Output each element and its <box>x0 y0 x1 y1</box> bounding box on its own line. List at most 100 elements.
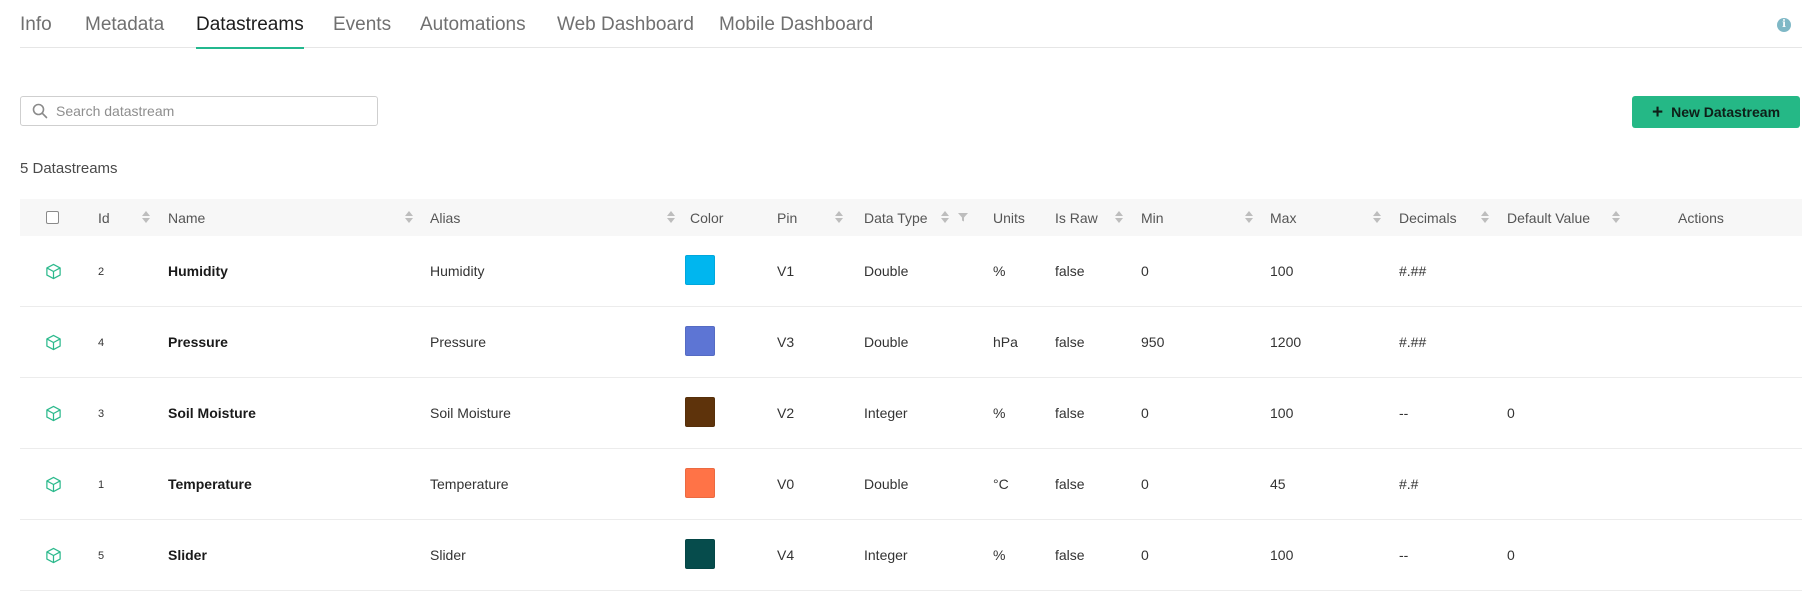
cube-icon <box>46 263 61 280</box>
table-header: Id Name Alias Color Pin Data Type Units … <box>20 199 1802 236</box>
cell-is-raw: false <box>1055 263 1085 279</box>
sort-icon[interactable] <box>404 210 414 224</box>
cell-min: 950 <box>1141 334 1165 350</box>
column-header-name[interactable]: Name <box>168 210 205 226</box>
cell-data-type: Double <box>864 263 909 279</box>
plus-icon: + <box>1651 101 1664 123</box>
cell-alias: Pressure <box>430 334 487 350</box>
search-box[interactable] <box>20 96 378 126</box>
cell-name[interactable]: Humidity <box>168 263 228 279</box>
cell-units: % <box>993 405 1006 421</box>
cell-max: 100 <box>1270 547 1294 563</box>
column-header-actions: Actions <box>1678 210 1724 226</box>
table-row[interactable]: 3 Soil Moisture Soil Moisture V2 Integer… <box>20 378 1802 449</box>
tab-metadata[interactable]: Metadata <box>85 14 164 48</box>
cell-max: 1200 <box>1270 334 1302 350</box>
cube-icon <box>46 547 61 564</box>
new-datastream-button[interactable]: + New Datastream <box>1632 96 1800 128</box>
column-header-id[interactable]: Id <box>98 210 110 226</box>
cell-pin: V1 <box>777 263 795 279</box>
table-body: 2 Humidity Humidity V1 Double % false 0 … <box>20 236 1802 591</box>
cube-icon <box>46 334 61 351</box>
cell-data-type: Integer <box>864 405 908 421</box>
sort-icon[interactable] <box>940 210 950 224</box>
tab-datastreams[interactable]: Datastreams <box>196 14 304 49</box>
color-swatch <box>685 468 715 498</box>
cell-name[interactable]: Slider <box>168 547 207 563</box>
tab-bar: Info Metadata Datastreams Events Automat… <box>20 0 1802 49</box>
tab-web-dashboard[interactable]: Web Dashboard <box>557 14 694 48</box>
sort-icon[interactable] <box>1372 210 1382 224</box>
cell-max: 45 <box>1270 476 1286 492</box>
cell-id: 3 <box>98 408 105 420</box>
cell-name[interactable]: Pressure <box>168 334 228 350</box>
cell-alias: Soil Moisture <box>430 405 511 421</box>
sort-icon[interactable] <box>1244 210 1254 224</box>
cell-data-type: Double <box>864 334 909 350</box>
cell-max: 100 <box>1270 263 1294 279</box>
datastream-count: 5 Datastreams <box>20 160 118 177</box>
cube-icon <box>46 476 61 493</box>
column-header-is-raw[interactable]: Is Raw <box>1055 210 1098 226</box>
cell-is-raw: false <box>1055 547 1085 563</box>
cell-is-raw: false <box>1055 334 1085 350</box>
search-input[interactable] <box>54 102 358 120</box>
cell-pin: V4 <box>777 547 795 563</box>
cell-default-value: 0 <box>1507 405 1515 421</box>
color-swatch <box>685 539 715 569</box>
datastream-table: Id Name Alias Color Pin Data Type Units … <box>20 199 1802 591</box>
cell-min: 0 <box>1141 263 1149 279</box>
tab-events[interactable]: Events <box>333 14 391 48</box>
table-row[interactable]: 5 Slider Slider V4 Integer % false 0 100… <box>20 520 1802 591</box>
tab-info[interactable]: Info <box>20 14 52 48</box>
sort-icon[interactable] <box>1611 210 1621 224</box>
cell-name[interactable]: Soil Moisture <box>168 405 256 421</box>
cube-icon <box>46 405 61 422</box>
cell-min: 0 <box>1141 405 1149 421</box>
tab-mobile-dashboard[interactable]: Mobile Dashboard <box>719 14 873 48</box>
sort-icon[interactable] <box>1114 210 1124 224</box>
sort-icon[interactable] <box>141 210 151 224</box>
search-icon <box>32 103 48 119</box>
cell-id: 4 <box>98 337 105 349</box>
cell-id: 2 <box>98 266 105 278</box>
table-row[interactable]: 2 Humidity Humidity V1 Double % false 0 … <box>20 236 1802 307</box>
column-header-units: Units <box>993 210 1025 226</box>
tab-automations[interactable]: Automations <box>420 14 526 48</box>
info-icon[interactable]: i <box>1777 18 1791 32</box>
color-swatch <box>685 255 715 285</box>
column-header-min[interactable]: Min <box>1141 210 1164 226</box>
cell-pin: V3 <box>777 334 795 350</box>
cell-pin: V2 <box>777 405 795 421</box>
cell-decimals: -- <box>1399 547 1409 563</box>
cell-units: % <box>993 547 1006 563</box>
table-row[interactable]: 1 Temperature Temperature V0 Double °C f… <box>20 449 1802 520</box>
cell-data-type: Integer <box>864 547 908 563</box>
column-header-pin[interactable]: Pin <box>777 210 797 226</box>
sort-icon[interactable] <box>834 210 844 224</box>
cell-pin: V0 <box>777 476 795 492</box>
column-header-default-value[interactable]: Default Value <box>1507 210 1590 226</box>
cell-decimals: -- <box>1399 405 1409 421</box>
sort-icon[interactable] <box>1480 210 1490 224</box>
table-row[interactable]: 4 Pressure Pressure V3 Double hPa false … <box>20 307 1802 378</box>
column-header-alias[interactable]: Alias <box>430 210 460 226</box>
select-all-checkbox[interactable] <box>46 211 59 224</box>
filter-icon[interactable] <box>958 212 968 222</box>
cell-decimals: #.## <box>1399 334 1427 350</box>
cell-alias: Temperature <box>430 476 509 492</box>
column-header-data-type[interactable]: Data Type <box>864 210 928 226</box>
color-swatch <box>685 326 715 356</box>
cell-units: % <box>993 263 1006 279</box>
cell-decimals: #.## <box>1399 263 1427 279</box>
color-swatch <box>685 397 715 427</box>
column-header-max[interactable]: Max <box>1270 210 1296 226</box>
cell-id: 1 <box>98 479 105 491</box>
cell-is-raw: false <box>1055 405 1085 421</box>
column-header-decimals[interactable]: Decimals <box>1399 210 1457 226</box>
cell-name[interactable]: Temperature <box>168 476 252 492</box>
cell-min: 0 <box>1141 476 1149 492</box>
sort-icon[interactable] <box>666 210 676 224</box>
cell-alias: Slider <box>430 547 466 563</box>
cell-default-value: 0 <box>1507 547 1515 563</box>
